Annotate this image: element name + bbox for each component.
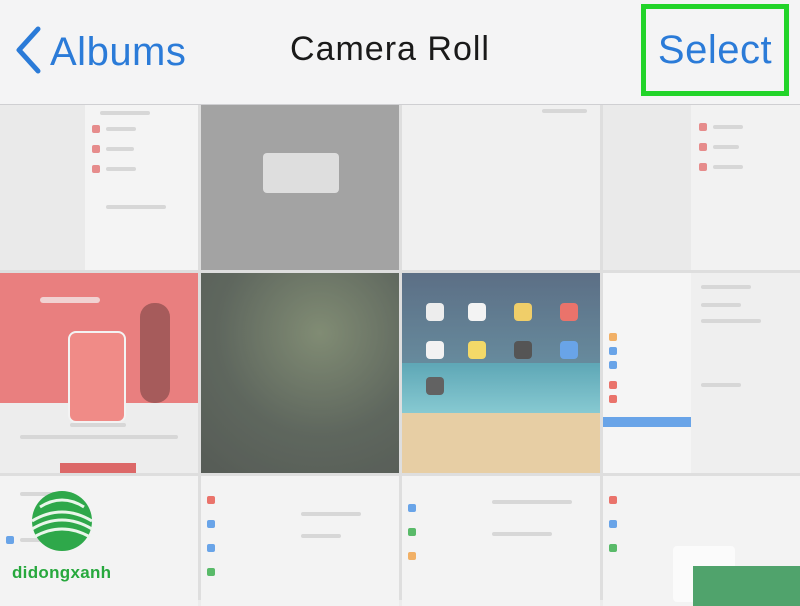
photo-thumbnail[interactable]: [402, 273, 600, 473]
photo-thumbnail[interactable]: [402, 476, 600, 606]
select-button[interactable]: Select: [641, 4, 789, 96]
photo-thumbnail[interactable]: [603, 105, 800, 270]
photo-thumbnail[interactable]: [603, 273, 800, 473]
globe-logo-icon: [31, 491, 93, 551]
navigation-bar: Albums Camera Roll Select: [0, 0, 800, 105]
watermark-logo: didongxanh: [12, 485, 142, 595]
photo-thumbnail[interactable]: [0, 273, 198, 473]
photo-thumbnail[interactable]: [201, 476, 399, 606]
photo-thumbnail[interactable]: [603, 476, 800, 606]
photo-thumbnail[interactable]: [402, 105, 600, 270]
photo-thumbnail[interactable]: [201, 273, 399, 473]
photo-thumbnail[interactable]: [0, 105, 198, 270]
photo-thumbnail[interactable]: [201, 105, 399, 270]
select-button-label: Select: [657, 27, 773, 72]
watermark-text: didongxanh: [12, 563, 112, 582]
